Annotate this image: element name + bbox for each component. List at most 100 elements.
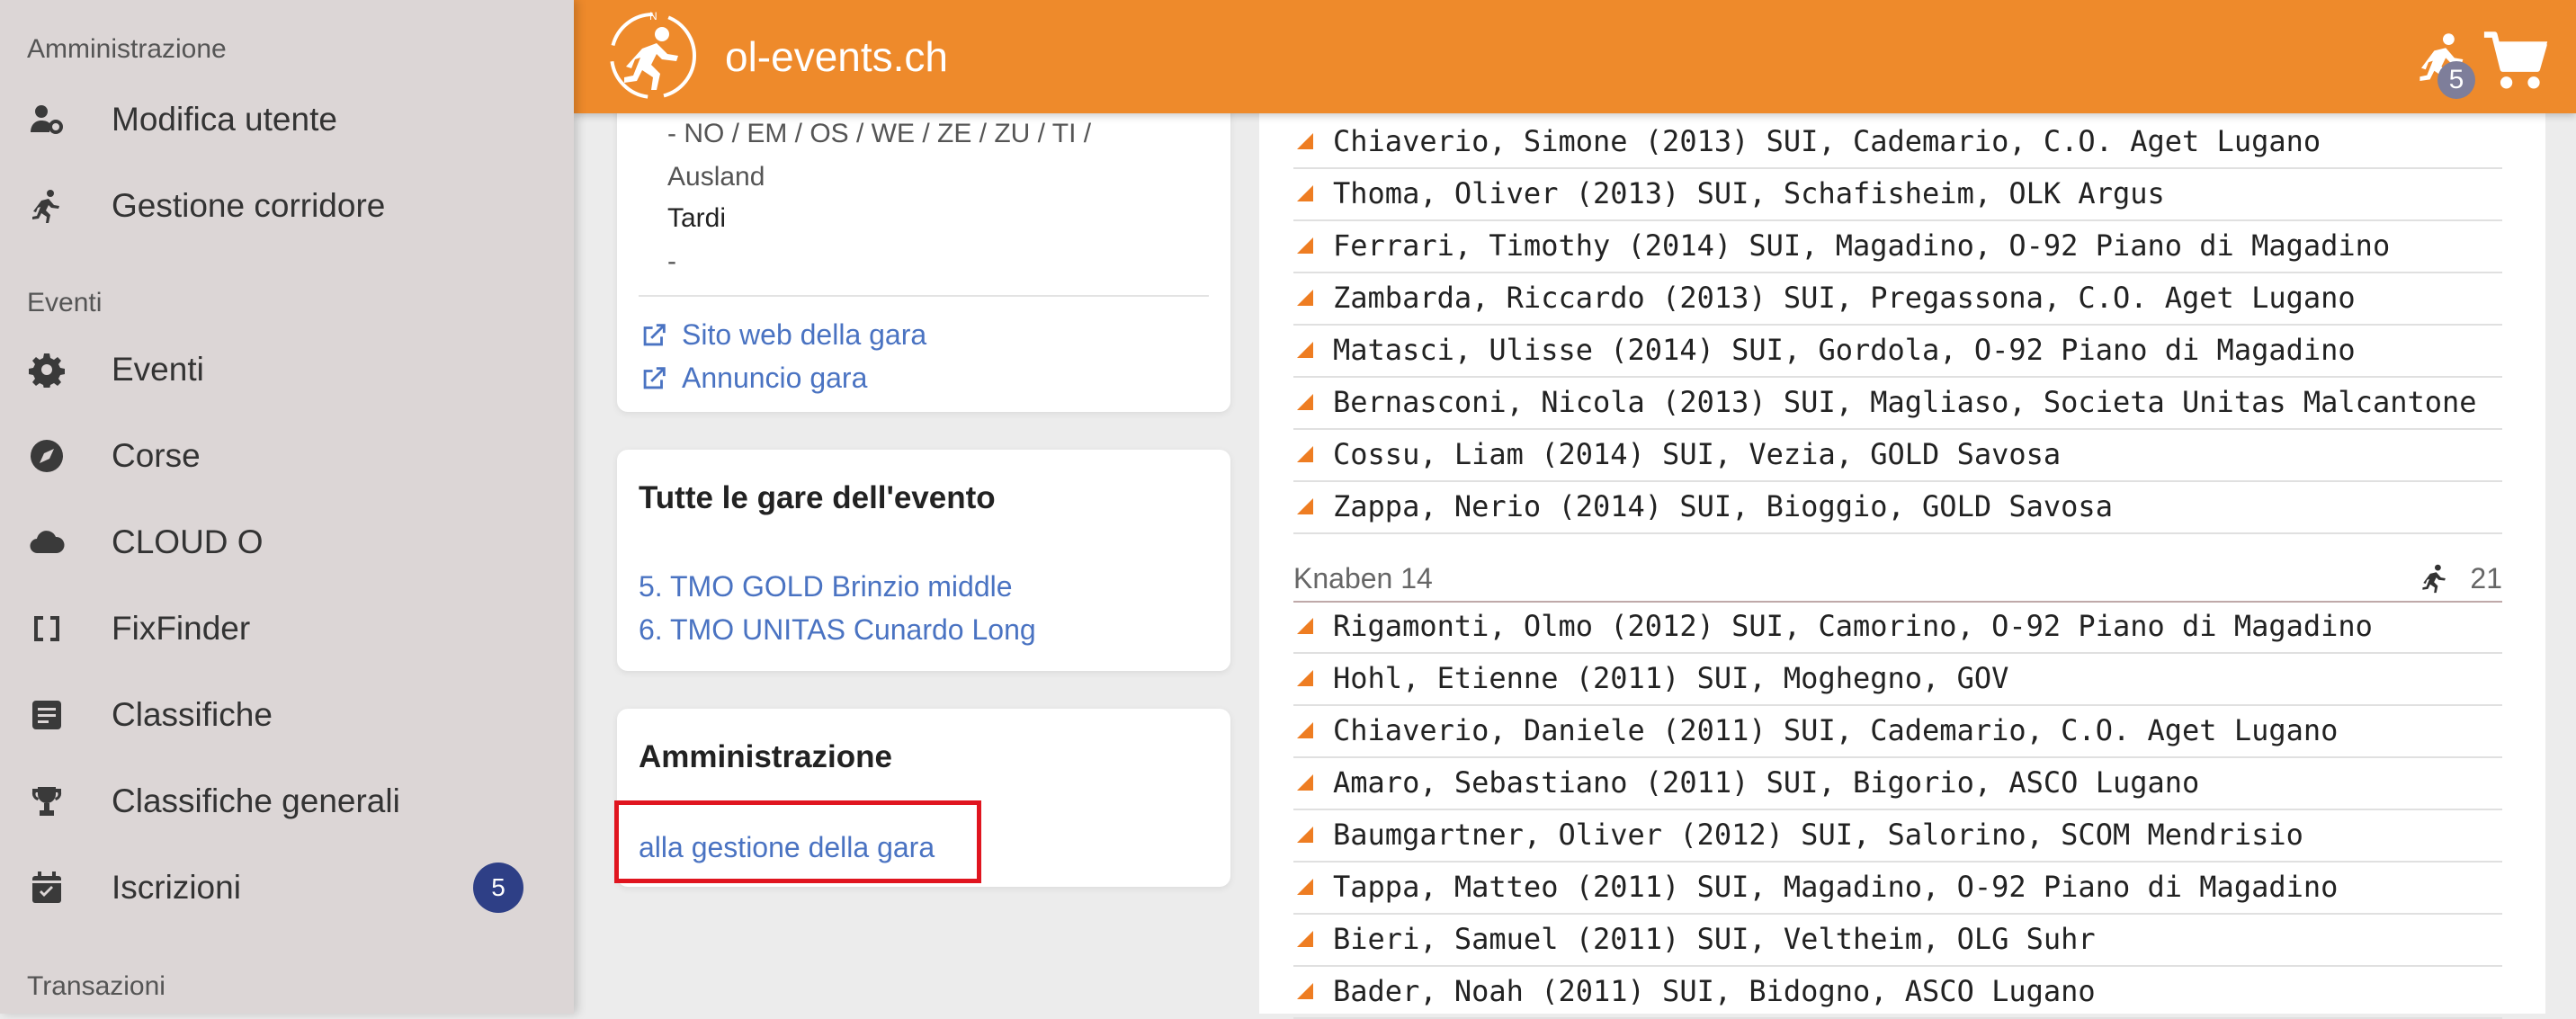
result-row[interactable]: Matasci, Ulisse (2014) SUI, Gordola, O-9… bbox=[1293, 324, 2502, 378]
result-row[interactable]: Zappa, Nerio (2014) SUI, Bioggio, GOLD S… bbox=[1293, 480, 2502, 534]
result-row[interactable]: Bieri, Samuel (2011) SUI, Veltheim, OLG … bbox=[1293, 913, 2502, 967]
cloud-icon bbox=[27, 523, 67, 562]
regions-text: - NO / EM / OS / WE / ZE / ZU / TI / bbox=[667, 119, 1092, 148]
calendar-check-icon bbox=[27, 868, 67, 907]
top-bar: N ol-events.ch 5 bbox=[574, 0, 2576, 113]
result-text: Tappa, Matteo (2011) SUI, Magadino, O-92… bbox=[1333, 870, 2339, 904]
expand-triangle-icon[interactable] bbox=[1297, 185, 1313, 201]
result-row[interactable]: Ferrari, Timothy (2014) SUI, Magadino, O… bbox=[1293, 219, 2502, 273]
category-header[interactable]: Knaben 14 21 bbox=[1293, 556, 2502, 603]
result-text: Bader, Noah (2011) SUI, Bidogno, ASCO Lu… bbox=[1333, 974, 2096, 1008]
logo-icon[interactable]: N bbox=[606, 9, 700, 103]
brand-title[interactable]: ol-events.ch bbox=[725, 32, 948, 81]
result-text: Matasci, Ulisse (2014) SUI, Gordola, O-9… bbox=[1333, 333, 2356, 367]
sidebar-section-admin: Amministrazione bbox=[27, 34, 227, 64]
divider bbox=[639, 295, 1209, 297]
expand-triangle-icon[interactable] bbox=[1297, 774, 1313, 791]
all-races-title: Tutte le gare dell'evento bbox=[639, 480, 996, 515]
sidebar-section-transactions: Transazioni bbox=[27, 971, 165, 1001]
sidebar: Amministrazione Modifica utente Gestione… bbox=[0, 0, 574, 1014]
announcement-link[interactable]: Annuncio gara bbox=[639, 362, 867, 395]
sidebar-item-label: Classifiche bbox=[112, 696, 273, 733]
user-gear-icon bbox=[27, 100, 67, 139]
sidebar-item-eventi[interactable]: Eventi bbox=[27, 338, 549, 401]
runner-icon bbox=[2422, 564, 2446, 594]
result-text: Thoma, Oliver (2013) SUI, Schafisheim, O… bbox=[1333, 176, 2165, 210]
expand-triangle-icon[interactable] bbox=[1297, 342, 1313, 358]
expand-triangle-icon[interactable] bbox=[1297, 670, 1313, 686]
category-count: 21 bbox=[2470, 561, 2502, 594]
sidebar-item-gestione-corridore[interactable]: Gestione corridore bbox=[27, 174, 549, 237]
compass-icon bbox=[27, 436, 67, 476]
external-link-icon bbox=[643, 323, 666, 345]
list-icon bbox=[27, 695, 67, 735]
result-row[interactable]: Baumgartner, Oliver (2012) SUI, Salorino… bbox=[1293, 809, 2502, 863]
result-row[interactable]: Chiaverio, Simone (2013) SUI, Cademario,… bbox=[1293, 115, 2502, 169]
category-name: Knaben 14 bbox=[1293, 561, 1433, 594]
all-races-card: Tutte le gare dell'evento 5. TMO GOLD Br… bbox=[617, 450, 1230, 671]
external-link-icon bbox=[643, 366, 666, 389]
runner-count-badge: 5 bbox=[2437, 61, 2475, 99]
expand-triangle-icon[interactable] bbox=[1297, 618, 1313, 634]
result-text: Cossu, Liam (2014) SUI, Vezia, GOLD Savo… bbox=[1333, 437, 2062, 471]
result-row[interactable]: Chiaverio, Daniele (2011) SUI, Cademario… bbox=[1293, 704, 2502, 758]
result-text: Zappa, Nerio (2014) SUI, Bioggio, GOLD S… bbox=[1333, 489, 2113, 523]
expand-triangle-icon[interactable] bbox=[1297, 133, 1313, 149]
expand-triangle-icon[interactable] bbox=[1297, 446, 1313, 462]
result-text: Chiaverio, Daniele (2011) SUI, Cademario… bbox=[1333, 713, 2339, 747]
result-row[interactable]: Tappa, Matteo (2011) SUI, Magadino, O-92… bbox=[1293, 861, 2502, 915]
result-row[interactable]: Bader, Noah (2011) SUI, Bidogno, ASCO Lu… bbox=[1293, 965, 2502, 1019]
result-text: Ferrari, Timothy (2014) SUI, Magadino, O… bbox=[1333, 228, 2391, 263]
sidebar-item-corse[interactable]: Corse bbox=[27, 425, 549, 487]
sidebar-item-cloud-o[interactable]: CLOUD O bbox=[27, 511, 549, 574]
result-text: Baumgartner, Oliver (2012) SUI, Salorino… bbox=[1333, 818, 2303, 852]
result-text: Chiaverio, Simone (2013) SUI, Cademario,… bbox=[1333, 124, 2321, 158]
result-row[interactable]: Zambarda, Riccardo (2013) SUI, Pregasson… bbox=[1293, 272, 2502, 326]
sidebar-item-label: Eventi bbox=[112, 351, 204, 388]
sidebar-section-events: Eventi bbox=[27, 288, 103, 317]
result-text: Amaro, Sebastiano (2011) SUI, Bigorio, A… bbox=[1333, 765, 2200, 800]
expand-triangle-icon[interactable] bbox=[1297, 237, 1313, 254]
sidebar-item-label: Iscrizioni bbox=[112, 869, 241, 906]
runner-icon bbox=[27, 186, 67, 226]
late-label: Tardi bbox=[667, 203, 727, 233]
sidebar-item-classifiche[interactable]: Classifiche bbox=[27, 684, 549, 746]
expand-triangle-icon[interactable] bbox=[1297, 498, 1313, 514]
result-row[interactable]: Hohl, Etienne (2011) SUI, Moghegno, GOV bbox=[1293, 652, 2502, 706]
result-row[interactable]: Bernasconi, Nicola (2013) SUI, Magliaso,… bbox=[1293, 376, 2502, 430]
svg-text:N: N bbox=[649, 10, 657, 22]
brackets-icon bbox=[27, 609, 67, 648]
trophy-icon bbox=[27, 782, 67, 821]
expand-triangle-icon[interactable] bbox=[1297, 394, 1313, 410]
result-text: Zambarda, Riccardo (2013) SUI, Pregasson… bbox=[1333, 281, 2356, 315]
admin-title: Amministrazione bbox=[639, 739, 892, 774]
result-text: Bieri, Samuel (2011) SUI, Veltheim, OLG … bbox=[1333, 922, 2096, 956]
sidebar-item-label: Classifiche generali bbox=[112, 782, 400, 819]
count-badge: 5 bbox=[473, 863, 523, 913]
result-row[interactable]: Cossu, Liam (2014) SUI, Vezia, GOLD Savo… bbox=[1293, 428, 2502, 482]
sidebar-item-label: CLOUD O bbox=[112, 523, 264, 560]
result-row[interactable]: Thoma, Oliver (2013) SUI, Schafisheim, O… bbox=[1293, 167, 2502, 221]
sidebar-item-fixfinder[interactable]: FixFinder bbox=[27, 597, 549, 660]
expand-triangle-icon[interactable] bbox=[1297, 827, 1313, 843]
results-list: Chiaverio, Simone (2013) SUI, Cademario,… bbox=[1259, 0, 2545, 1019]
info-card: - NO / EM / OS / WE / ZE / ZU / TI / Aus… bbox=[617, 81, 1230, 412]
result-row[interactable]: Amaro, Sebastiano (2011) SUI, Bigorio, A… bbox=[1293, 756, 2502, 810]
expand-triangle-icon[interactable] bbox=[1297, 983, 1313, 999]
race-link-5[interactable]: 5. TMO GOLD Brinzio middle bbox=[639, 570, 1013, 603]
highlight-box bbox=[614, 800, 981, 883]
expand-triangle-icon[interactable] bbox=[1297, 722, 1313, 738]
expand-triangle-icon[interactable] bbox=[1297, 931, 1313, 947]
website-link[interactable]: Sito web della gara bbox=[639, 318, 926, 352]
cart-icon[interactable] bbox=[2482, 31, 2551, 94]
expand-triangle-icon[interactable] bbox=[1297, 879, 1313, 895]
result-text: Hohl, Etienne (2011) SUI, Moghegno, GOV bbox=[1333, 661, 2009, 695]
race-link-6[interactable]: 6. TMO UNITAS Cunardo Long bbox=[639, 613, 1036, 647]
result-row[interactable]: Rigamonti, Olmo (2012) SUI, Camorino, O-… bbox=[1293, 600, 2502, 654]
sidebar-item-label: Gestione corridore bbox=[112, 187, 386, 224]
expand-triangle-icon[interactable] bbox=[1297, 290, 1313, 306]
sidebar-item-iscrizioni[interactable]: Iscrizioni 5 bbox=[27, 856, 549, 919]
sidebar-item-modifica-utente[interactable]: Modifica utente bbox=[27, 88, 549, 151]
sidebar-item-classifiche-generali[interactable]: Classifiche generali bbox=[27, 770, 549, 833]
sidebar-item-label: FixFinder bbox=[112, 610, 251, 647]
